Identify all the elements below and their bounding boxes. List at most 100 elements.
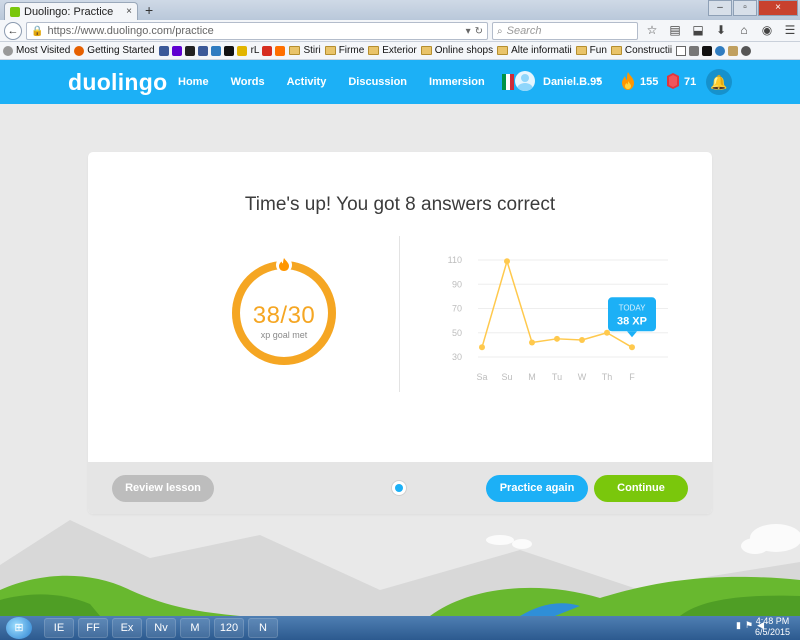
- taskbar-app[interactable]: FF: [78, 618, 108, 638]
- lock-icon: 🔒: [31, 25, 44, 37]
- folder-icon: [575, 46, 587, 55]
- result-title: Time's up! You got 8 answers correct: [244, 194, 556, 215]
- browser-tab-bar: Duolingo: Practice × + – ▫ ×: [0, 0, 800, 20]
- menu-icon[interactable]: ☰: [782, 23, 798, 37]
- site-icon: [223, 45, 234, 56]
- italian-flag-icon[interactable]: [502, 74, 514, 90]
- site-icon: [158, 45, 169, 56]
- site-icon: [676, 45, 687, 56]
- new-tab-button[interactable]: +: [145, 2, 153, 18]
- bookmark-rl[interactable]: rL: [251, 45, 286, 56]
- facebook-icon: [197, 45, 208, 56]
- xp-caption: xp goal met: [260, 330, 308, 340]
- browser-nav-bar: ← 🔒 https://www.duolingo.com/practice ▾ …: [0, 20, 800, 42]
- taskbar-app[interactable]: M: [180, 618, 210, 638]
- nav-home[interactable]: Home: [178, 76, 209, 88]
- x-tick-label: Th: [602, 372, 613, 382]
- url-dropdown-icon[interactable]: ▾: [466, 26, 471, 37]
- flame-icon: [276, 257, 292, 273]
- lingot-count: 71: [684, 76, 697, 88]
- nav-words[interactable]: Words: [231, 76, 265, 88]
- x-tick-label: Sa: [476, 372, 487, 382]
- bookmark-label: rL: [250, 45, 260, 56]
- reading-list-icon[interactable]: ▤: [667, 23, 683, 37]
- chevron-down-icon[interactable]: ▾: [596, 75, 601, 86]
- folder-icon: [497, 46, 509, 55]
- close-window-button[interactable]: ×: [758, 0, 798, 16]
- practice-result-card: Time's up! You got 8 answers correct 38/…: [88, 152, 712, 514]
- bell-icon[interactable]: 🔔: [706, 69, 732, 95]
- bookmark-getting-started[interactable]: Getting Started: [74, 45, 155, 56]
- url-text[interactable]: https://www.duolingo.com/practice: [47, 25, 461, 37]
- back-button[interactable]: ←: [4, 22, 22, 40]
- download-icon[interactable]: ⬇: [713, 23, 729, 37]
- x-tick-label: W: [578, 372, 587, 382]
- clock-time: 4:48 PM: [755, 616, 790, 626]
- main-nav: Home Words Activity Discussion Immersion: [178, 76, 485, 88]
- bookmark-star-icon[interactable]: ☆: [644, 23, 660, 37]
- data-point: [554, 335, 560, 342]
- taskbar-app[interactable]: 120: [214, 618, 244, 638]
- streak-flame-icon[interactable]: [620, 71, 636, 91]
- bookmark-most-visited[interactable]: Most Visited: [3, 45, 70, 56]
- home-icon[interactable]: ⌂: [736, 23, 752, 37]
- yahoo-icon: [171, 45, 182, 56]
- weekly-xp-chart: 110 90 70 50 30 Sa Su M Tu W Th F TODAY 38 XP: [448, 255, 668, 382]
- folder-icon: [368, 46, 380, 55]
- username[interactable]: Daniel.B.95: [543, 76, 602, 88]
- duolingo-logo[interactable]: duolingo: [68, 69, 167, 96]
- bookmark-folder-stiri[interactable]: Stiri: [289, 45, 321, 56]
- site-icon: [210, 45, 221, 56]
- site-icon: [702, 45, 713, 56]
- chat-icon[interactable]: ◉: [759, 23, 775, 37]
- nav-immersion[interactable]: Immersion: [429, 76, 485, 88]
- folder-icon: [610, 46, 622, 55]
- practice-again-button[interactable]: Practice again: [486, 475, 588, 502]
- taskbar-apps: IE FF Ex Nv M 120 N: [44, 618, 278, 638]
- address-bar[interactable]: 🔒 https://www.duolingo.com/practice ▾ ↻: [26, 22, 488, 40]
- taskbar-app[interactable]: N: [248, 618, 278, 638]
- xp-ratio: 38/30: [252, 302, 316, 329]
- maximize-button[interactable]: ▫: [733, 0, 757, 16]
- reload-icon[interactable]: ↻: [475, 26, 483, 37]
- y-tick-label: 90: [452, 279, 462, 289]
- bookmark-folder-constructii[interactable]: Constructii: [610, 45, 672, 56]
- avatar[interactable]: [515, 71, 535, 91]
- minimize-button[interactable]: –: [708, 0, 732, 16]
- taskbar-app[interactable]: IE: [44, 618, 74, 638]
- bookmark-icons-tail[interactable]: [676, 45, 752, 56]
- bookmark-folder-fun[interactable]: Fun: [575, 45, 607, 56]
- system-clock[interactable]: 4:48 PM 6/5/2015: [755, 616, 790, 638]
- site-icon: [275, 45, 286, 56]
- bookmark-folder-alte-informatii[interactable]: Alte informatii: [497, 45, 572, 56]
- bookmark-label: Getting Started: [87, 45, 155, 56]
- pocket-icon[interactable]: ⬓: [690, 23, 706, 37]
- flag-stripe: [510, 74, 514, 90]
- bookmark-folder-exterior[interactable]: Exterior: [368, 45, 417, 56]
- review-lesson-button[interactable]: Review lesson: [112, 475, 214, 502]
- tooltip-pointer: [627, 331, 637, 338]
- search-input[interactable]: ⌕ Search: [492, 22, 638, 40]
- bookmark-icons-group[interactable]: [158, 45, 247, 56]
- firefox-icon: [74, 45, 85, 56]
- bookmark-folder-online-shops[interactable]: Online shops: [420, 45, 494, 56]
- flag-icon[interactable]: ⚑: [745, 620, 753, 631]
- browser-tab[interactable]: Duolingo: Practice ×: [4, 2, 138, 20]
- bookmark-label: Alte informatii: [511, 45, 572, 56]
- network-icon[interactable]: ▮: [736, 620, 741, 631]
- lingot-icon[interactable]: [666, 72, 680, 90]
- bookmark-label: Fun: [589, 45, 607, 56]
- windows-start-icon[interactable]: ⊞: [6, 617, 32, 639]
- nav-activity[interactable]: Activity: [287, 76, 327, 88]
- bookmark-label: Stiri: [303, 45, 321, 56]
- site-icon: [728, 45, 739, 56]
- taskbar-app[interactable]: Nv: [146, 618, 176, 638]
- site-icon: [689, 45, 700, 56]
- nav-discussion[interactable]: Discussion: [348, 76, 407, 88]
- close-tab-icon[interactable]: ×: [126, 6, 132, 17]
- bookmark-folder-firme[interactable]: Firme: [324, 45, 364, 56]
- folder-icon: [324, 46, 336, 55]
- taskbar-app[interactable]: Ex: [112, 618, 142, 638]
- continue-button[interactable]: Continue: [594, 475, 688, 502]
- bookmark-label: Online shops: [434, 45, 494, 56]
